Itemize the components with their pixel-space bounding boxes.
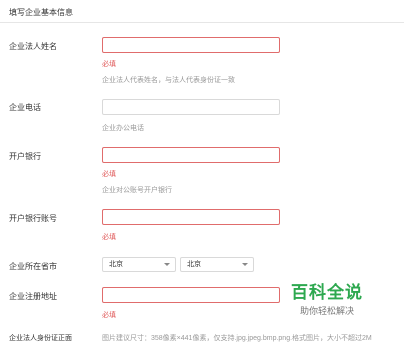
address-label: 企业注册地址 <box>9 292 57 301</box>
phone-input[interactable] <box>102 99 280 115</box>
account-required: 必填 <box>102 234 116 241</box>
city-select[interactable]: 北京 <box>180 257 254 272</box>
legal-name-input[interactable] <box>102 37 280 53</box>
province-select[interactable]: 北京 <box>102 257 176 272</box>
legal-name-label: 企业法人姓名 <box>9 42 57 51</box>
legal-name-hint: 企业法人代表姓名，与法人代表身份证一致 <box>102 77 235 84</box>
account-input[interactable] <box>102 209 280 225</box>
bank-input[interactable] <box>102 147 280 163</box>
watermark-subtitle: 助你轻松解决 <box>299 307 354 317</box>
upload-hint: 图片建议尺寸：358像素×441像素，仅支持.jpg.jpeg.bmp.png.… <box>102 335 372 342</box>
phone-label: 企业电话 <box>9 103 41 112</box>
section-divider <box>0 22 404 23</box>
chevron-down-icon <box>164 263 170 266</box>
region-label: 企业所在省市 <box>9 262 57 271</box>
legal-name-required: 必填 <box>102 61 116 68</box>
bank-hint: 企业对公账号开户银行 <box>102 187 172 194</box>
upload-label: 企业法人身份证正面 <box>9 335 72 342</box>
address-required: 必填 <box>102 312 116 319</box>
watermark-title: 百科全说 <box>291 283 363 303</box>
account-label: 开户银行账号 <box>9 214 57 223</box>
city-value: 北京 <box>187 261 201 268</box>
bank-required: 必填 <box>102 171 116 178</box>
chevron-down-icon <box>242 263 248 266</box>
section-title: 填写企业基本信息 <box>9 8 73 17</box>
watermark-logo: 百科全说 助你轻松解决 <box>291 278 363 317</box>
phone-hint: 企业办公电话 <box>102 125 144 132</box>
province-value: 北京 <box>109 261 123 268</box>
address-input[interactable] <box>102 287 280 303</box>
bank-label: 开户银行 <box>9 152 41 161</box>
